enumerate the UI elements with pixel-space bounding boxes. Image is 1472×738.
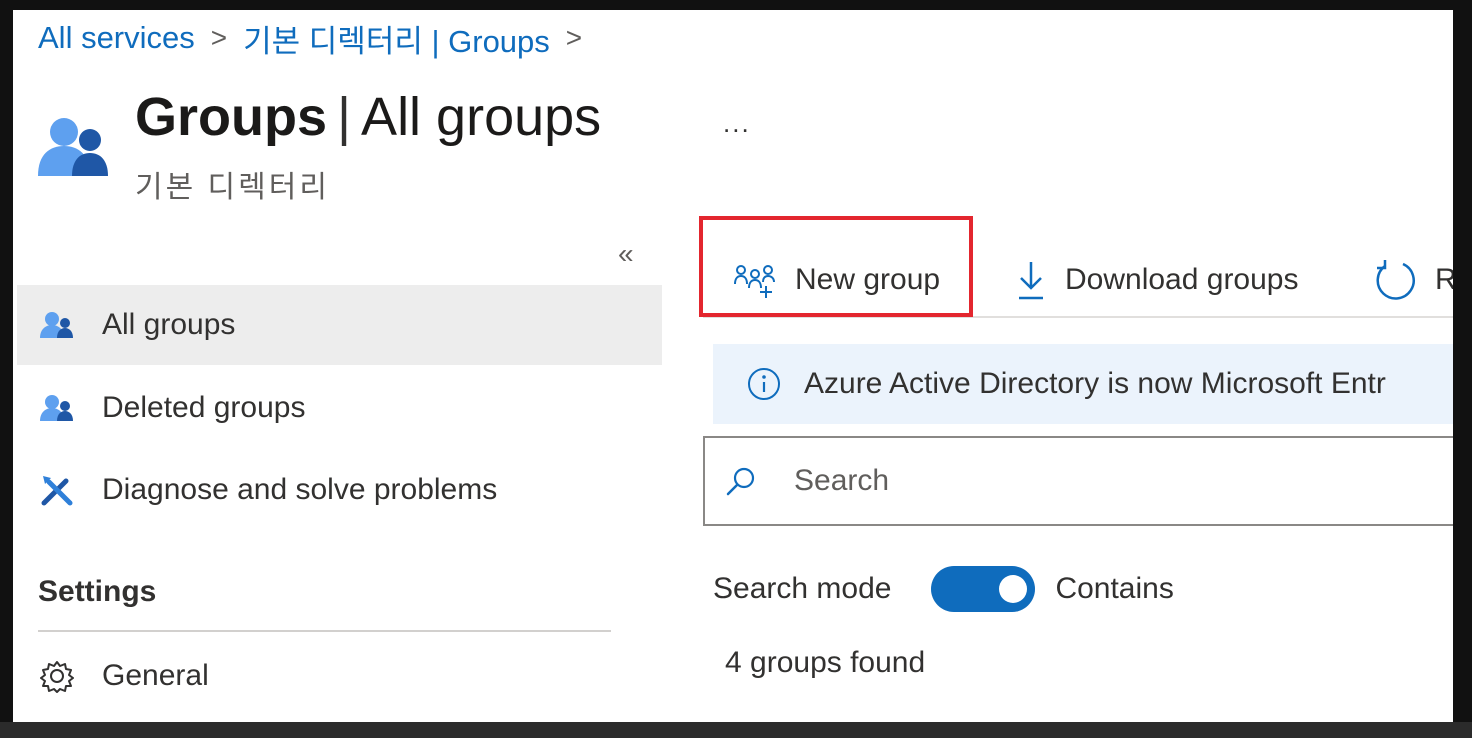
page-title-sub: All groups [361, 87, 602, 147]
sidebar-item-diagnose[interactable]: Diagnose and solve problems [17, 450, 662, 530]
divider [38, 630, 611, 632]
sidebar-item-label: Deleted groups [102, 391, 306, 424]
refresh-button[interactable]: Re [1373, 250, 1453, 310]
breadcrumb-all-services[interactable]: All services [38, 20, 195, 56]
breadcrumb-separator: > [210, 22, 228, 53]
download-groups-button[interactable]: Download groups [1015, 250, 1298, 310]
sidebar-item-general[interactable]: General [17, 636, 662, 716]
breadcrumb-separator: > [565, 22, 583, 53]
new-group-highlight-box [699, 216, 973, 317]
azure-portal-page: All services > 기본 디렉터리 | Groups > Groups… [13, 10, 1453, 722]
frame-edge [0, 722, 1472, 738]
wrench-screwdriver-icon [37, 470, 77, 510]
sidebar-item-label: All groups [102, 308, 236, 341]
info-banner-text: Azure Active Directory is now Microsoft … [804, 367, 1386, 400]
sidebar-item-label: General [102, 659, 209, 692]
frame-edge [1453, 0, 1472, 738]
breadcrumb: All services > 기본 디렉터리 | Groups > [38, 16, 598, 61]
info-icon [746, 366, 782, 402]
search-mode-value: Contains [1055, 572, 1174, 605]
settings-heading: Settings [38, 575, 157, 608]
search-box[interactable] [703, 436, 1453, 526]
sidebar-item-all-groups[interactable]: All groups [17, 285, 662, 365]
results-count: 4 groups found [725, 646, 926, 679]
more-options-button[interactable]: ... [723, 108, 751, 139]
refresh-icon [1373, 258, 1417, 302]
sidebar-item-deleted-groups[interactable]: Deleted groups [17, 368, 662, 448]
page-title-divider: | [337, 87, 352, 147]
page-subtitle: 기본 디렉터리 [135, 171, 330, 204]
groups-icon [38, 110, 110, 182]
gear-icon [37, 656, 77, 696]
refresh-label: Re [1435, 263, 1453, 296]
download-groups-label: Download groups [1065, 263, 1299, 296]
search-mode-row: Search mode Contains [713, 566, 1174, 612]
page-title: Groups | All groups [135, 86, 601, 148]
search-mode-label: Search mode [713, 572, 892, 605]
search-input[interactable] [792, 463, 1396, 499]
page-title-main: Groups [135, 87, 328, 147]
search-mode-toggle[interactable] [931, 566, 1036, 612]
breadcrumb-directory-groups[interactable]: 기본 디렉터리 | Groups [243, 16, 550, 61]
toggle-knob [999, 575, 1028, 603]
info-banner: Azure Active Directory is now Microsoft … [713, 344, 1453, 424]
collapse-sidebar-button[interactable]: « [618, 238, 634, 270]
groups-icon [37, 305, 77, 345]
search-icon [725, 465, 757, 497]
groups-icon [37, 388, 77, 428]
sidebar-item-label: Diagnose and solve problems [102, 473, 498, 506]
download-icon [1015, 258, 1047, 302]
